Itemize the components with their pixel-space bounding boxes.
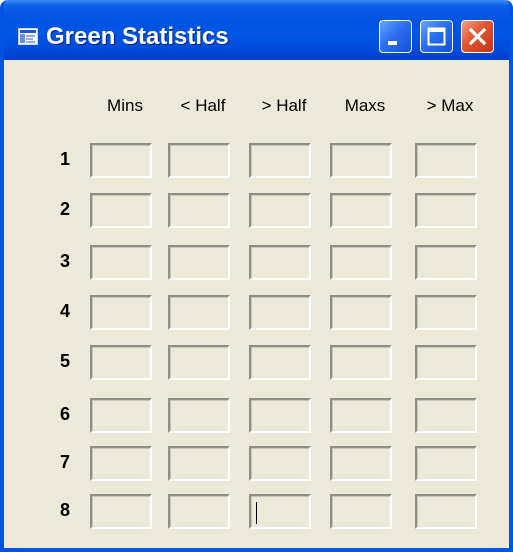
stat-field[interactable] bbox=[168, 295, 230, 330]
close-button[interactable] bbox=[461, 20, 494, 53]
column-header: < Half bbox=[180, 96, 226, 115]
window-title: Green Statistics bbox=[46, 23, 229, 50]
stat-field[interactable] bbox=[90, 143, 152, 178]
stat-field[interactable] bbox=[249, 446, 311, 481]
stat-field[interactable] bbox=[90, 446, 152, 481]
row-label: 1 bbox=[60, 149, 71, 169]
column-header: > Max bbox=[426, 96, 474, 115]
stat-field[interactable] bbox=[90, 193, 152, 228]
title-bar[interactable]: Green Statistics bbox=[4, 0, 509, 60]
column-header: Maxs bbox=[344, 96, 386, 115]
stat-field[interactable] bbox=[249, 398, 311, 433]
stat-field[interactable] bbox=[168, 193, 230, 228]
stat-field[interactable] bbox=[330, 345, 392, 380]
stat-field[interactable] bbox=[90, 245, 152, 280]
maximize-button[interactable] bbox=[420, 20, 453, 53]
column-header: Mins bbox=[107, 96, 143, 115]
stat-field[interactable] bbox=[330, 143, 392, 178]
stat-field[interactable] bbox=[330, 245, 392, 280]
stat-field[interactable] bbox=[249, 494, 311, 529]
row-label: 5 bbox=[60, 351, 71, 371]
stat-field[interactable] bbox=[415, 193, 477, 228]
stat-field[interactable] bbox=[415, 245, 477, 280]
stat-field[interactable] bbox=[330, 494, 392, 529]
stat-field[interactable] bbox=[330, 446, 392, 481]
statistics-window: Green Statistics Mins < Half > Half Maxs > M… bbox=[0, 0, 513, 552]
stat-field[interactable] bbox=[249, 143, 311, 178]
stat-field[interactable] bbox=[415, 345, 477, 380]
stat-field[interactable] bbox=[415, 494, 477, 529]
stat-field[interactable] bbox=[168, 494, 230, 529]
stat-field[interactable] bbox=[330, 193, 392, 228]
stat-field[interactable] bbox=[415, 143, 477, 178]
stat-field[interactable] bbox=[90, 494, 152, 529]
stat-field[interactable] bbox=[415, 295, 477, 330]
stat-field[interactable] bbox=[249, 295, 311, 330]
stat-field[interactable] bbox=[168, 446, 230, 481]
close-icon bbox=[468, 27, 487, 46]
stat-field[interactable] bbox=[168, 398, 230, 433]
stat-field[interactable] bbox=[249, 245, 311, 280]
minimize-icon bbox=[388, 41, 397, 45]
stat-field[interactable] bbox=[415, 446, 477, 481]
maximize-icon bbox=[427, 27, 446, 46]
row-label: 3 bbox=[60, 251, 71, 271]
stat-field[interactable] bbox=[90, 398, 152, 433]
row-label: 7 bbox=[60, 452, 71, 472]
text-caret bbox=[256, 502, 257, 524]
stat-field[interactable] bbox=[330, 398, 392, 433]
minimize-button[interactable] bbox=[379, 20, 412, 53]
stat-field[interactable] bbox=[168, 143, 230, 178]
stat-field[interactable] bbox=[90, 295, 152, 330]
stat-field[interactable] bbox=[90, 345, 152, 380]
stat-field[interactable] bbox=[249, 345, 311, 380]
row-label: 4 bbox=[60, 301, 71, 321]
row-label: 2 bbox=[60, 199, 71, 219]
row-label: 8 bbox=[60, 500, 71, 520]
stat-field[interactable] bbox=[168, 345, 230, 380]
stat-field[interactable] bbox=[168, 245, 230, 280]
stat-field[interactable] bbox=[415, 398, 477, 433]
app-icon[interactable] bbox=[18, 28, 38, 45]
stat-field[interactable] bbox=[249, 193, 311, 228]
row-label: 6 bbox=[60, 404, 71, 424]
column-header: > Half bbox=[261, 96, 307, 115]
stat-field[interactable] bbox=[330, 295, 392, 330]
